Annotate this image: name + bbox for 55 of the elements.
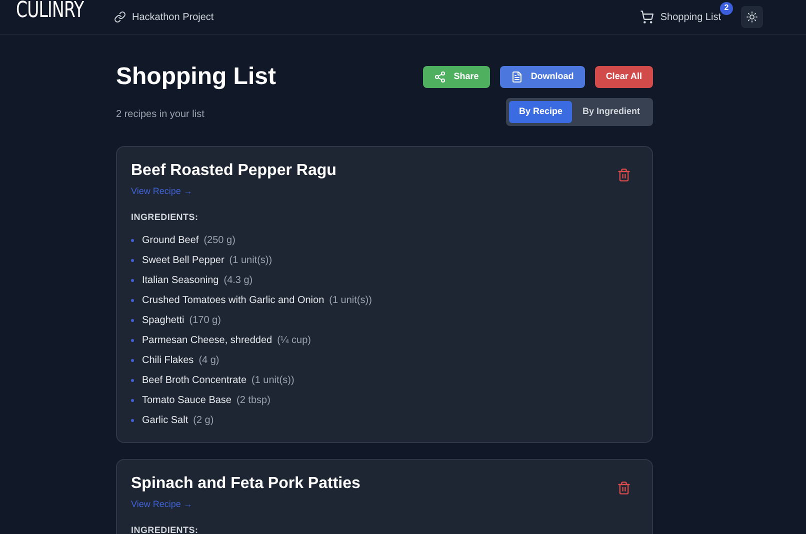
- document-icon: [510, 71, 523, 83]
- ingredient-quantity: (1 unit(s)): [252, 374, 294, 388]
- project-link[interactable]: Hackathon Project: [114, 10, 214, 24]
- logo[interactable]: CULINRY: [16, 0, 84, 34]
- bullet-icon: [131, 278, 134, 282]
- clear-button[interactable]: Clear All: [594, 66, 653, 88]
- ingredient-name: Spaghetti: [142, 314, 184, 328]
- recipe-title: Beef Roasted Pepper Ragu: [131, 161, 336, 181]
- ingredient-quantity: (170 g): [189, 314, 221, 328]
- link-icon: [114, 11, 126, 23]
- bullet-icon: [131, 378, 134, 382]
- bullet-icon: [131, 398, 134, 402]
- ingredient-name: Parmesan Cheese, shredded: [142, 334, 272, 348]
- bullet-icon: [131, 338, 134, 342]
- bullet-icon: [131, 298, 134, 302]
- ingredients-heading: INGREDIENTS:: [131, 210, 200, 224]
- share-icon: [434, 71, 446, 83]
- view-tab[interactable]: By Ingredient: [572, 101, 650, 123]
- ingredient-name: Beef Broth Concentrate: [142, 374, 247, 388]
- ingredient-name: Chili Flakes: [142, 354, 194, 368]
- view-recipe-link[interactable]: View Recipe →: [131, 185, 638, 198]
- count-badge: 2: [720, 2, 733, 14]
- ingredient-name: Crushed Tomatoes with Garlic and Onion: [142, 294, 324, 308]
- recipe-title: Spinach and Feta Pork Patties: [131, 474, 360, 494]
- ingredient-name: Tomato Sauce Base: [142, 394, 232, 408]
- bullet-icon: [131, 418, 134, 422]
- ingredient-name: Ground Beef: [142, 234, 199, 248]
- download-button[interactable]: Download: [500, 66, 585, 88]
- delete-icon[interactable]: [617, 168, 631, 182]
- ingredient-quantity: (250 g): [204, 234, 236, 248]
- ingredient-quantity: (1 unit(s)): [229, 254, 272, 268]
- view-recipe-link[interactable]: View Recipe →: [131, 498, 638, 512]
- ingredient-quantity: (2 tbsp): [236, 394, 270, 408]
- bullet-icon: [131, 318, 134, 322]
- share-button[interactable]: Share: [422, 66, 490, 88]
- ingredient-quantity: (4.3 g): [224, 274, 253, 288]
- shopping-list-link[interactable]: Shopping List: [640, 10, 721, 24]
- page-title: Shopping List: [116, 63, 276, 91]
- theme-toggle-button[interactable]: [741, 6, 763, 28]
- delete-icon[interactable]: [617, 481, 631, 495]
- ingredient-name: Garlic Salt: [142, 414, 188, 428]
- bullet-icon: [131, 258, 134, 262]
- ingredient-name: Sweet Bell Pepper: [142, 254, 224, 268]
- ingredient-quantity: (4 g): [198, 354, 220, 368]
- sun-icon: [746, 11, 758, 23]
- ingredient-quantity: (1 unit(s)): [329, 294, 372, 308]
- ingredient-name: Italian Seasoning: [142, 274, 219, 288]
- view-tab[interactable]: By Recipe: [508, 101, 572, 123]
- ingredient-quantity: (2 g): [193, 414, 214, 428]
- cart-icon: [640, 10, 654, 24]
- bullet-icon: [131, 238, 134, 242]
- ingredient-quantity: (¼ cup): [277, 334, 311, 348]
- ingredients-heading: INGREDIENTS:: [131, 524, 200, 534]
- bullet-icon: [131, 358, 134, 362]
- recipe-count: 2 recipes in your list: [116, 108, 206, 122]
